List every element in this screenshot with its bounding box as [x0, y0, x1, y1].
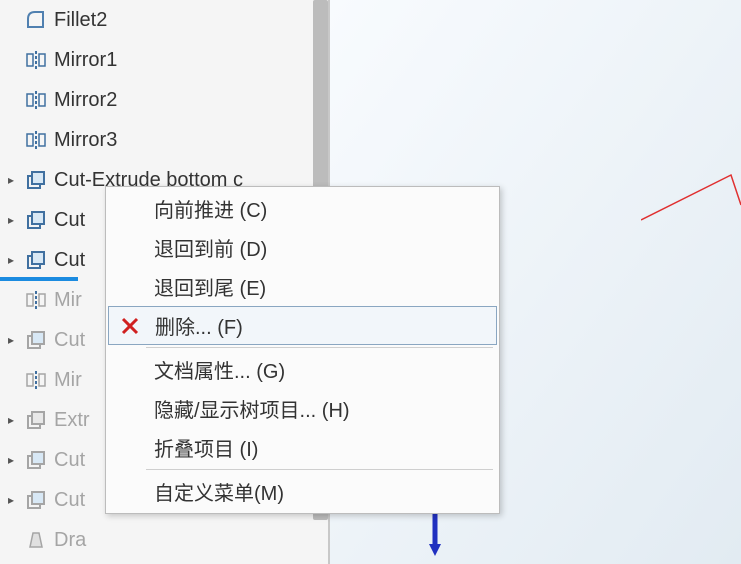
- menu-item[interactable]: 折叠项目 (I): [108, 428, 497, 467]
- mirror-icon: [24, 88, 48, 112]
- menu-item[interactable]: 自定义菜单(M): [108, 472, 497, 511]
- extrude-icon: [24, 408, 48, 432]
- mirror-icon: [24, 368, 48, 392]
- tree-item[interactable]: ▸Dra: [0, 520, 328, 560]
- delete-icon: [117, 313, 143, 339]
- tree-item-label: Mir: [54, 369, 82, 392]
- menu-item-label: 向前推进 (C): [154, 194, 267, 223]
- menu-item-label: 删除... (F): [155, 311, 243, 340]
- expand-icon[interactable]: ▸: [8, 213, 22, 227]
- menu-item-label: 隐藏/显示树项目... (H): [154, 394, 350, 423]
- menu-item[interactable]: 隐藏/显示树项目... (H): [108, 389, 497, 428]
- menu-item-label: 自定义菜单(M): [154, 477, 284, 506]
- menu-item-label: 文档属性... (G): [154, 355, 285, 384]
- blank-icon: [116, 479, 142, 505]
- tree-item-label: Mirror2: [54, 89, 117, 112]
- expand-icon[interactable]: ▸: [8, 413, 22, 427]
- expand-icon[interactable]: ▸: [8, 493, 22, 507]
- tree-item-label: Cut: [54, 489, 85, 512]
- menu-separator: [146, 347, 493, 348]
- expand-icon[interactable]: ▸: [8, 253, 22, 267]
- tree-item-label: Mir: [54, 289, 82, 312]
- mirror-icon: [24, 128, 48, 152]
- expand-icon[interactable]: ▸: [8, 333, 22, 347]
- menu-item-label: 退回到尾 (E): [154, 272, 266, 301]
- expand-icon[interactable]: ▸: [8, 453, 22, 467]
- cut-extrude-icon: [24, 448, 48, 472]
- tree-item[interactable]: ▸Fillet2: [0, 0, 328, 40]
- tree-item[interactable]: ▸Mirror1: [0, 40, 328, 80]
- blank-icon: [116, 435, 142, 461]
- menu-separator: [146, 469, 493, 470]
- tree-item-label: Extr: [54, 409, 90, 432]
- draft-icon: [24, 528, 48, 552]
- cut-extrude-icon: [24, 488, 48, 512]
- tree-item-label: Mirror1: [54, 49, 117, 72]
- tree-item-label: Mirror3: [54, 129, 117, 152]
- cut-extrude-icon: [24, 168, 48, 192]
- blank-icon: [116, 235, 142, 261]
- menu-item[interactable]: 删除... (F): [108, 306, 497, 345]
- blank-icon: [116, 274, 142, 300]
- blank-icon: [116, 357, 142, 383]
- context-menu: 向前推进 (C) 退回到前 (D) 退回到尾 (E) 删除... (F) 文档属性...…: [105, 186, 500, 514]
- fillet-icon: [24, 8, 48, 32]
- menu-item[interactable]: 向前推进 (C): [108, 189, 497, 228]
- expand-icon[interactable]: ▸: [8, 173, 22, 187]
- menu-item[interactable]: 退回到尾 (E): [108, 267, 497, 306]
- mirror-icon: [24, 288, 48, 312]
- menu-item-label: 退回到前 (D): [154, 233, 267, 262]
- tree-item[interactable]: ▸阵列(线性)1: [0, 560, 328, 564]
- cut-extrude-icon: [24, 248, 48, 272]
- tree-item-label: Cut: [54, 329, 85, 352]
- blank-icon: [116, 396, 142, 422]
- tree-item-label: Cut: [54, 449, 85, 472]
- tree-item-label: Dra: [54, 529, 86, 552]
- tree-item-label: Fillet2: [54, 9, 107, 32]
- blank-icon: [116, 196, 142, 222]
- tree-item[interactable]: ▸Mirror3: [0, 120, 328, 160]
- tree-item[interactable]: ▸Mirror2: [0, 80, 328, 120]
- menu-item-label: 折叠项目 (I): [154, 433, 258, 462]
- menu-item[interactable]: 退回到前 (D): [108, 228, 497, 267]
- mirror-icon: [24, 48, 48, 72]
- menu-item[interactable]: 文档属性... (G): [108, 350, 497, 389]
- model-edge: [641, 170, 741, 230]
- tree-item-label: Cut: [54, 249, 85, 272]
- cut-extrude-icon: [24, 208, 48, 232]
- rollback-bar[interactable]: [0, 277, 78, 281]
- tree-item-label: Cut: [54, 209, 85, 232]
- cut-extrude-icon: [24, 328, 48, 352]
